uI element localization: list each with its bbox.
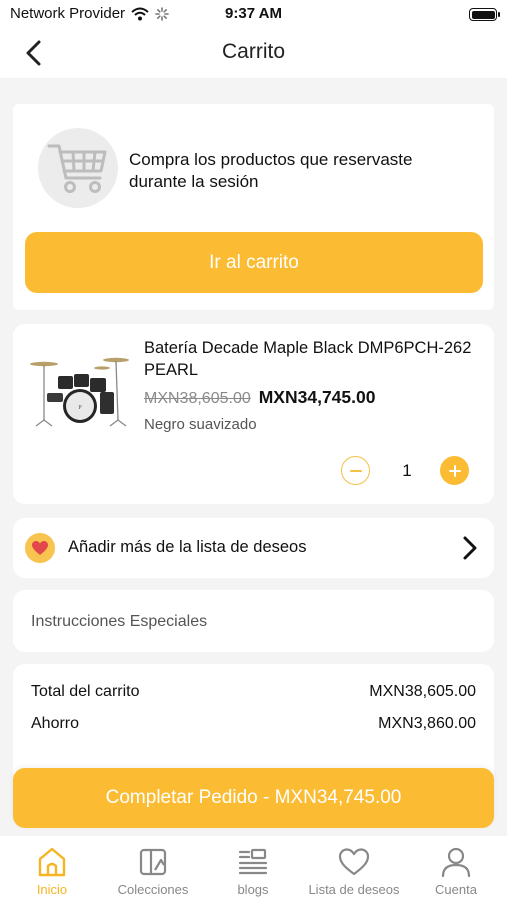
original-price: MXN38,605.00 <box>144 390 251 407</box>
plus-icon <box>448 464 461 477</box>
cart-icon <box>47 144 107 193</box>
go-to-cart-button[interactable]: Ir al carrito <box>25 232 483 293</box>
tab-wishlist-label: Lista de deseos <box>308 882 400 897</box>
special-instructions-label: Instrucciones Especiales <box>31 613 208 630</box>
tab-account[interactable]: Cuenta <box>406 846 506 897</box>
status-bar: Network Provider 9:37 AM <box>0 0 507 28</box>
tab-bar: Inicio Colecciones blogs Lista de deseos <box>0 836 507 900</box>
product-variant: Negro suavizado <box>144 416 257 433</box>
session-message: Compra los productos que reservaste dura… <box>129 150 413 191</box>
summary-row-savings: Ahorro MXN3,860.00 <box>31 715 476 733</box>
tab-account-label: Cuenta <box>435 882 477 897</box>
chevron-right-icon <box>463 536 477 560</box>
special-instructions-field[interactable]: Instrucciones Especiales <box>13 590 494 652</box>
heart-icon <box>338 848 370 876</box>
tab-blogs[interactable]: blogs <box>203 846 303 897</box>
user-icon <box>441 847 471 878</box>
cart-icon-badge <box>38 128 118 208</box>
tab-home[interactable]: Inicio <box>2 846 102 897</box>
summary-row-cart-total: Total del carrito MXN38,605.00 <box>31 683 476 701</box>
cart-total-label: Total del carrito <box>31 683 140 700</box>
drum-kit-image[interactable]: P <box>28 348 132 428</box>
quantity-stepper: 1 <box>339 456 469 486</box>
complete-order-button[interactable]: Completar Pedido - MXN34,745.00 <box>13 768 494 828</box>
cart-item: P Batería Decade Maple Black DMP6PCH-262… <box>13 324 494 504</box>
cart-total-value: MXN38,605.00 <box>369 683 476 700</box>
increase-quantity-button[interactable] <box>440 456 469 485</box>
tab-collections[interactable]: Colecciones <box>103 846 203 897</box>
quantity-value: 1 <box>402 461 412 480</box>
product-name[interactable]: Batería Decade Maple Black DMP6PCH-262 P… <box>144 337 474 381</box>
add-from-wishlist-row[interactable]: Añadir más de la lista de deseos <box>13 518 494 578</box>
tab-wishlist[interactable]: Lista de deseos <box>304 846 404 897</box>
heart-badge <box>25 533 55 563</box>
blogs-icon <box>238 848 268 875</box>
tab-collections-label: Colecciones <box>117 882 189 897</box>
sale-price: MXN34,745.00 <box>258 387 376 407</box>
savings-value: MXN3,860.00 <box>378 715 476 732</box>
tab-home-label: Inicio <box>36 882 68 897</box>
session-card: Compra los productos que reservaste dura… <box>13 104 494 310</box>
decrease-quantity-button[interactable] <box>341 456 370 485</box>
battery-icon <box>469 8 500 21</box>
wishlist-label: Añadir más de la lista de deseos <box>68 538 307 556</box>
minus-icon <box>349 469 362 472</box>
collections-icon <box>139 848 167 876</box>
heart-icon <box>32 541 48 555</box>
savings-label: Ahorro <box>31 715 80 732</box>
price-row: MXN38,605.00 MXN34,745.00 <box>144 387 375 408</box>
tab-blogs-label: blogs <box>237 882 269 897</box>
status-time: 9:37 AM <box>225 5 282 22</box>
nav-bar: Carrito <box>0 28 507 78</box>
page-title: Carrito <box>221 40 285 63</box>
home-icon <box>38 847 66 877</box>
order-summary: Total del carrito MXN38,605.00 Ahorro MX… <box>13 664 494 774</box>
